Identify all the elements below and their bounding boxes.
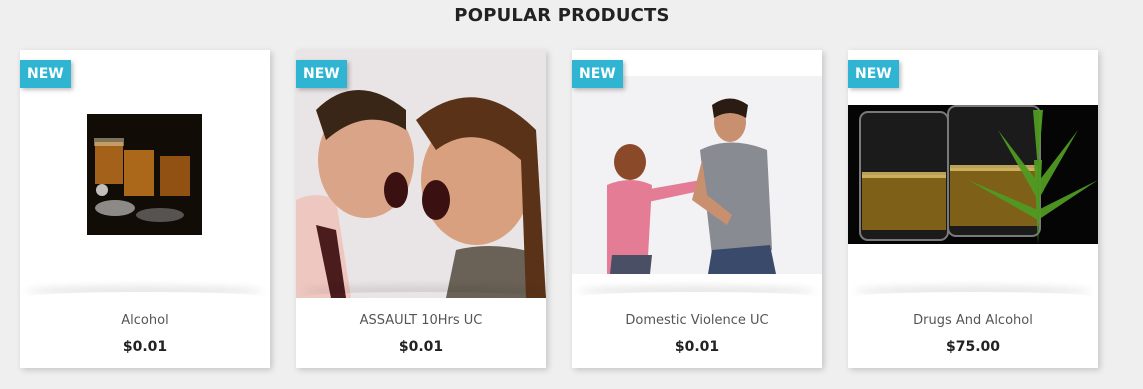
product-card[interactable]: NEW ASSAULT 10Hrs UC $0.01 <box>296 50 546 368</box>
product-price: $0.01 <box>122 339 168 355</box>
product-card[interactable]: NEW Domestic Violence UC $0.01 <box>572 50 822 368</box>
product-name-link[interactable]: ASSAULT 10Hrs UC <box>296 313 546 328</box>
product-name-link[interactable]: Domestic Violence UC <box>572 313 822 328</box>
new-badge: NEW <box>296 60 347 88</box>
product-card[interactable]: NEW Drugs And Alcohol $75.00 <box>848 50 1098 368</box>
product-description: ASSAULT 10Hrs UC $0.01 <box>296 298 546 368</box>
product-description: Domestic Violence UC $0.01 <box>572 298 822 368</box>
product-name-link[interactable]: Alcohol <box>20 313 270 328</box>
product-card[interactable]: NEW Alcohol $0.01 <box>20 50 270 368</box>
section-title: POPULAR PRODUCTS <box>454 5 670 26</box>
new-badge: NEW <box>20 60 71 88</box>
product-price: $0.01 <box>398 339 444 355</box>
product-description: Drugs And Alcohol $75.00 <box>848 298 1098 368</box>
product-description: Alcohol $0.01 <box>20 298 270 368</box>
product-price: $0.01 <box>674 339 720 355</box>
product-price: $75.00 <box>945 339 1001 355</box>
product-name-link[interactable]: Drugs And Alcohol <box>848 313 1098 328</box>
new-badge: NEW <box>572 60 623 88</box>
new-badge: NEW <box>848 60 899 88</box>
